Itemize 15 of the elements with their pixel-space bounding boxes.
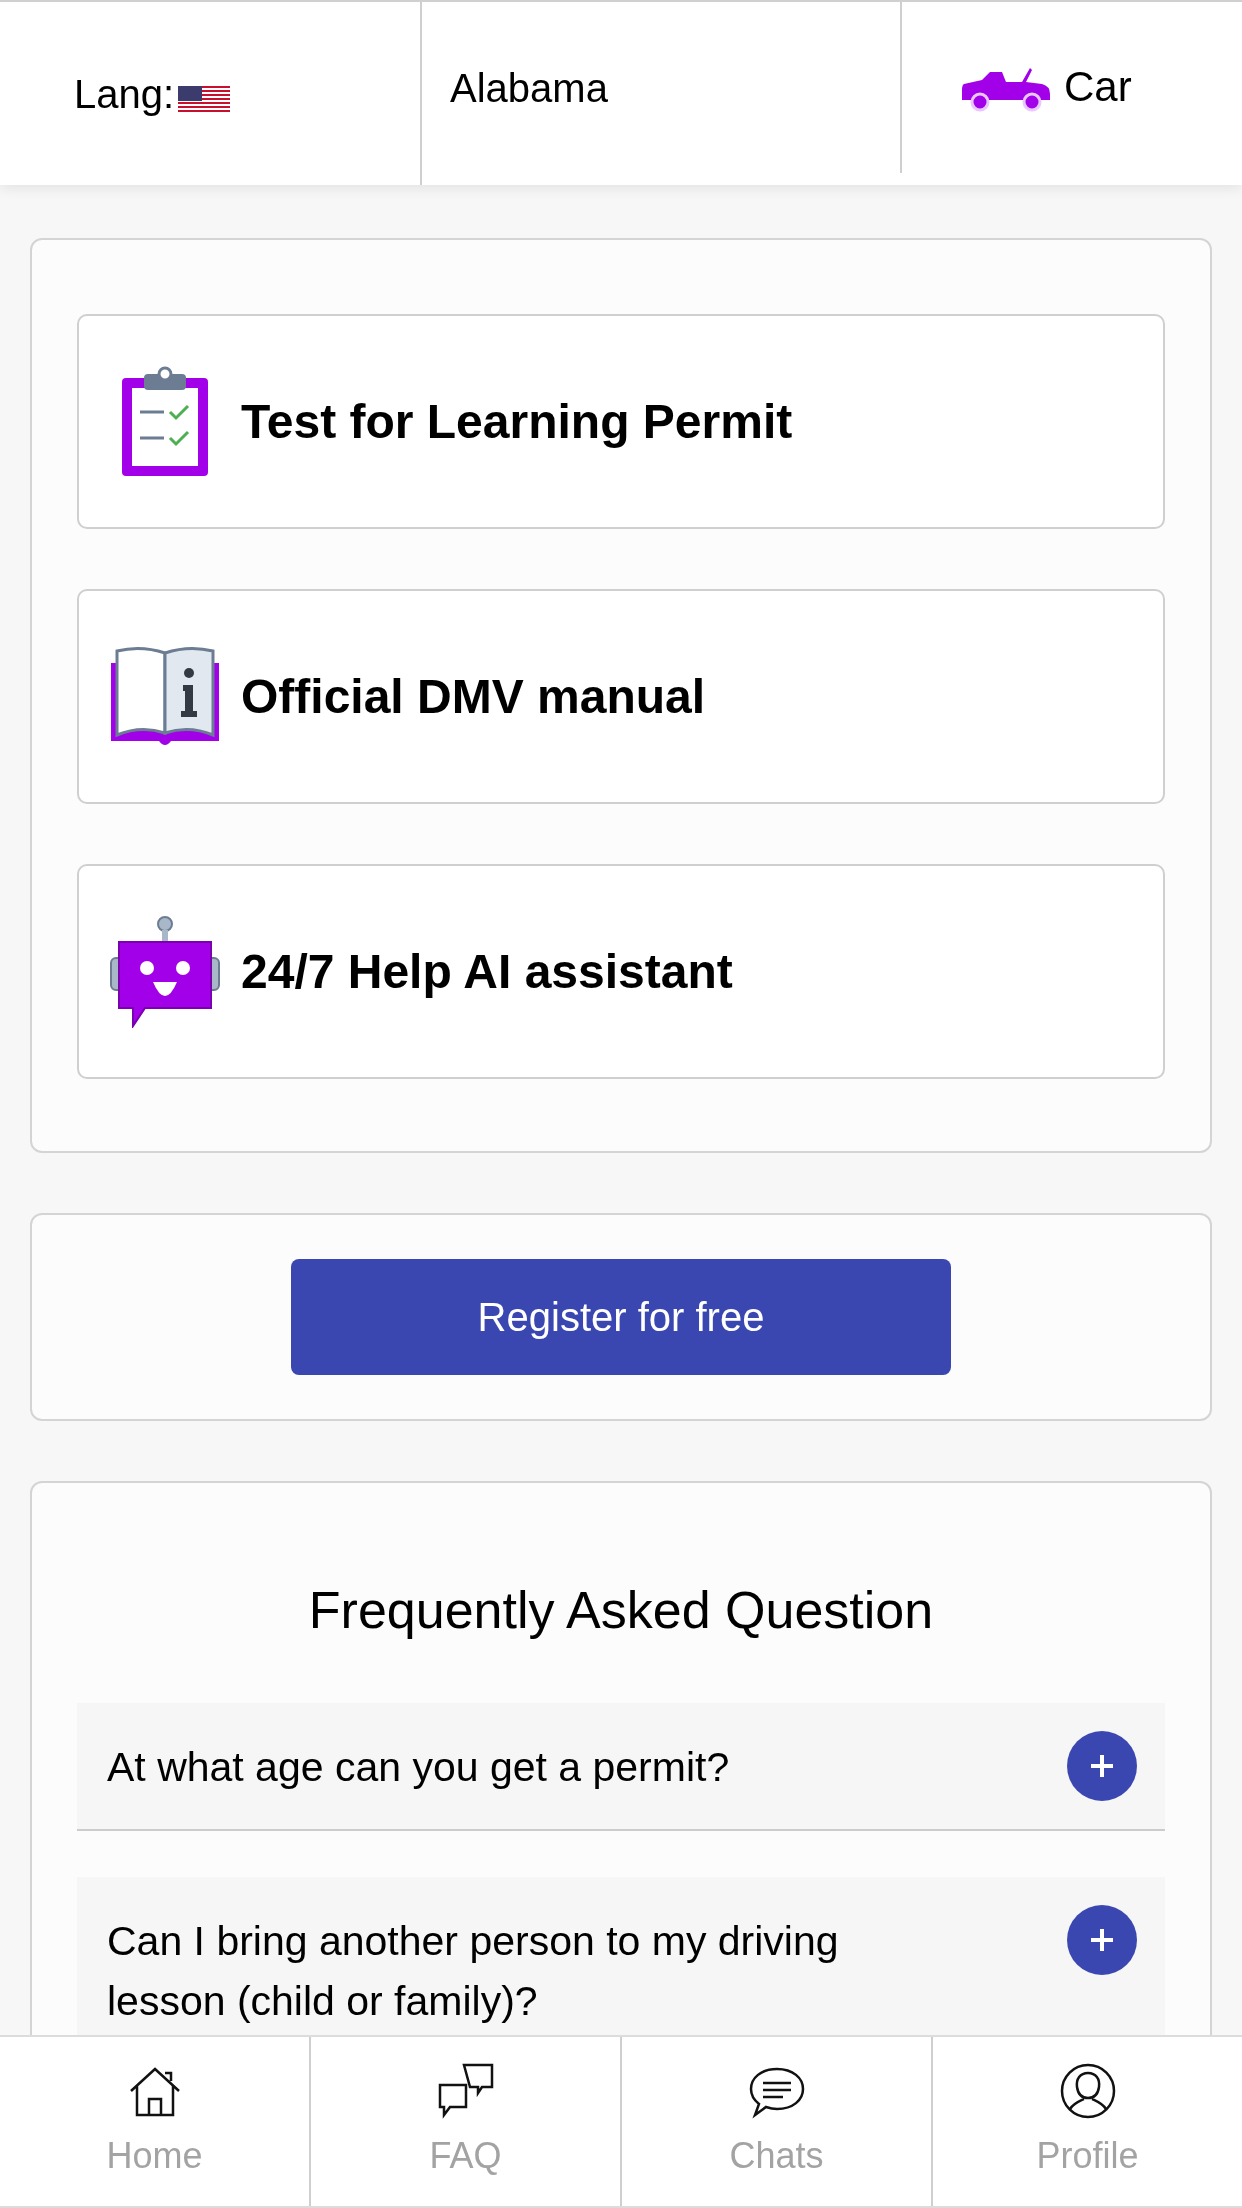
robot-icon (109, 915, 221, 1028)
faq-item[interactable]: At what age can you get a permit? (77, 1703, 1165, 1831)
menu-item[interactable]: Official DMV manual (77, 589, 1165, 804)
state-selector[interactable]: Alabama (450, 57, 608, 118)
register-button[interactable]: Register for free (291, 1259, 951, 1375)
plus-icon (1089, 1927, 1115, 1953)
flag-icon (178, 85, 231, 114)
faq-title: Frequently Asked Question (307, 1580, 935, 1641)
menu-item[interactable]: Test for Learning Permit (77, 314, 1165, 529)
plus-icon (1089, 1753, 1115, 1779)
faq-item[interactable]: Can I bring another person to my driving lesson (child or family)? (77, 1877, 1165, 2035)
clipboard-icon (120, 365, 210, 478)
language-label: Lang: (74, 70, 175, 118)
menu-item[interactable]: 24/7 Help AI assistant (77, 864, 1165, 1079)
vehicle-selector[interactable]: Car (1064, 55, 1132, 118)
